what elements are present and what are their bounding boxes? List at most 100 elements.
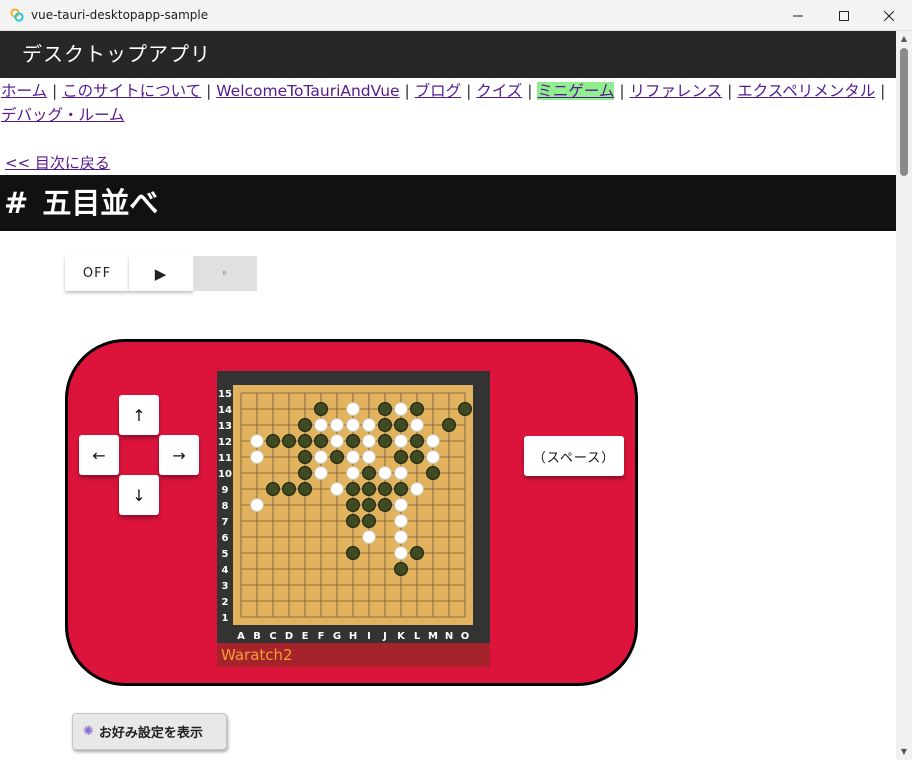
show-preferences-button[interactable]: ✺ お好み設定を表示 xyxy=(72,713,227,750)
row-label: 7 xyxy=(222,517,229,528)
column-label: D xyxy=(285,631,293,642)
row-label: 4 xyxy=(222,565,229,576)
space-button[interactable]: （スペース） xyxy=(524,436,624,476)
white-stone xyxy=(346,466,360,480)
black-stone xyxy=(378,434,392,448)
pause-toggle-button[interactable]: ⏸ xyxy=(193,256,257,291)
up-button[interactable]: ↑ xyxy=(119,395,159,435)
row-label: 12 xyxy=(218,437,232,448)
site-nav: ホーム | このサイトについて | WelcomeToTauriAndVue |… xyxy=(1,79,893,127)
gomoku-board[interactable]: 15 14 13 12 11 10 9 8 7 6 5 4 3 2 1A B C D E F G H I J K L M N O xyxy=(217,371,490,643)
black-stone xyxy=(378,402,392,416)
right-button[interactable]: → xyxy=(159,435,199,475)
vertical-scrollbar[interactable]: ▲ ▼ xyxy=(896,31,912,760)
column-label: K xyxy=(397,631,406,642)
off-toggle-button[interactable]: OFF xyxy=(65,256,129,291)
black-stone xyxy=(362,466,376,480)
black-stone xyxy=(362,482,376,496)
close-icon xyxy=(884,10,894,21)
nav-item-1[interactable]: このサイトについて xyxy=(62,82,201,100)
white-stone xyxy=(394,498,408,512)
white-stone xyxy=(362,418,376,432)
column-label: F xyxy=(318,631,325,642)
window-title: vue-tauri-desktopapp-sample xyxy=(31,8,209,22)
nav-item-6[interactable]: リファレンス xyxy=(629,82,722,100)
black-stone xyxy=(330,450,344,464)
preferences-button-label: お好み設定を表示 xyxy=(98,726,203,741)
page-heading: # 五目並べ xyxy=(0,175,896,231)
white-stone xyxy=(410,482,424,496)
white-stone xyxy=(378,466,392,480)
scroll-down-icon[interactable]: ▼ xyxy=(899,747,909,757)
black-stone xyxy=(314,402,328,416)
white-stone xyxy=(330,434,344,448)
window-titlebar[interactable]: vue-tauri-desktopapp-sample xyxy=(0,0,912,31)
minimize-icon xyxy=(793,15,803,16)
column-label: B xyxy=(253,631,261,642)
nav-item-7[interactable]: エクスペリメンタル xyxy=(737,82,875,100)
nav-item-4[interactable]: クイズ xyxy=(476,82,522,100)
app-header-title: デスクトップアプリ xyxy=(0,31,896,78)
column-label: L xyxy=(414,631,421,642)
black-stone xyxy=(298,482,312,496)
row-label: 2 xyxy=(222,597,229,608)
maximize-icon xyxy=(839,10,849,21)
black-stone xyxy=(410,546,424,560)
column-label: J xyxy=(382,631,387,642)
black-stone xyxy=(346,514,360,528)
white-stone xyxy=(410,418,424,432)
black-stone xyxy=(378,498,392,512)
row-label: 8 xyxy=(222,501,229,512)
white-stone xyxy=(346,402,360,416)
nav-separator: | xyxy=(614,82,630,100)
nav-item-5[interactable]: ミニゲーム xyxy=(537,82,615,100)
black-stone xyxy=(458,402,472,416)
row-label: 11 xyxy=(218,453,232,464)
black-stone xyxy=(362,514,376,528)
white-stone xyxy=(346,418,360,432)
nav-separator: | xyxy=(47,82,63,100)
down-button[interactable]: ↓ xyxy=(119,475,159,515)
gear-icon: ✺ xyxy=(83,724,94,739)
close-button[interactable] xyxy=(866,0,912,31)
black-stone xyxy=(378,418,392,432)
nav-separator: | xyxy=(722,82,738,100)
heading-hash: # xyxy=(4,186,29,220)
black-stone xyxy=(298,434,312,448)
white-stone xyxy=(250,434,264,448)
maximize-button[interactable] xyxy=(821,0,867,31)
nav-item-3[interactable]: ブログ xyxy=(415,82,462,100)
white-stone xyxy=(346,450,360,464)
white-stone xyxy=(394,546,408,560)
column-label: H xyxy=(349,631,357,642)
left-button[interactable]: ← xyxy=(79,435,119,475)
black-stone xyxy=(410,402,424,416)
play-toggle-button[interactable]: ▶ xyxy=(129,256,193,291)
minimize-button[interactable] xyxy=(775,0,821,31)
black-stone xyxy=(314,434,328,448)
nav-item-2[interactable]: WelcomeToTauriAndVue xyxy=(216,82,399,100)
black-stone xyxy=(378,482,392,496)
scrollbar-thumb[interactable] xyxy=(900,48,908,176)
game-screen[interactable]: 15 14 13 12 11 10 9 8 7 6 5 4 3 2 1 A B C D E F G H I J K L M N O War… xyxy=(217,371,490,667)
scroll-up-icon[interactable]: ▲ xyxy=(899,34,909,44)
back-to-index-link[interactable]: << 目次に戻る xyxy=(5,152,110,173)
nav-separator: | xyxy=(875,82,886,100)
black-stone xyxy=(410,434,424,448)
black-stone xyxy=(266,482,280,496)
column-label: A xyxy=(237,631,245,642)
black-stone xyxy=(346,498,360,512)
nav-item-0[interactable]: ホーム xyxy=(1,82,47,100)
black-stone xyxy=(282,482,296,496)
row-label: 9 xyxy=(222,485,229,496)
black-stone xyxy=(282,434,296,448)
row-label: 13 xyxy=(218,421,232,432)
white-stone xyxy=(362,530,376,544)
play-mode-toggle: OFF ▶ ⏸ xyxy=(65,256,257,291)
white-stone xyxy=(394,530,408,544)
column-label: C xyxy=(269,631,276,642)
row-label: 14 xyxy=(218,405,232,416)
white-stone xyxy=(394,466,408,480)
column-label: M xyxy=(428,631,438,642)
nav-item-8[interactable]: デバッグ・ルーム xyxy=(1,106,125,124)
